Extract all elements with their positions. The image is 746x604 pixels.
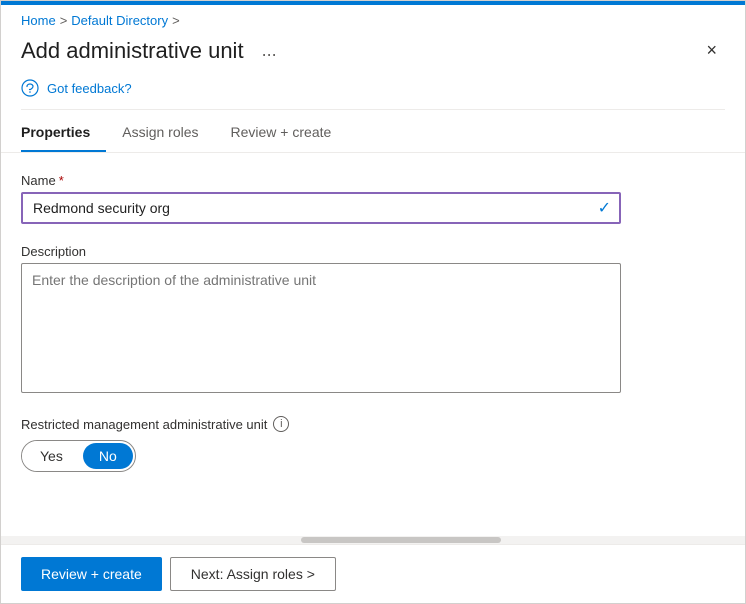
- check-icon: ✓: [598, 198, 611, 218]
- description-field-group: Description: [21, 244, 725, 396]
- toggle-yes[interactable]: Yes: [22, 441, 81, 471]
- scrollbar-thumb[interactable]: [301, 537, 501, 543]
- required-star: *: [59, 173, 64, 188]
- breadcrumb-sep1: >: [60, 13, 68, 28]
- name-field-group: Name * ✓: [21, 173, 725, 224]
- review-create-button[interactable]: Review + create: [21, 557, 162, 591]
- divider-top: [21, 109, 725, 110]
- info-icon[interactable]: i: [273, 416, 289, 432]
- tabs-container: Properties Assign roles Review + create: [1, 112, 745, 153]
- tab-properties[interactable]: Properties: [21, 112, 106, 152]
- panel-title: Add administrative unit: [21, 38, 244, 64]
- toggle-group: Yes No: [21, 440, 136, 472]
- feedback-row: Got feedback?: [1, 75, 745, 109]
- ellipsis-button[interactable]: ...: [256, 38, 283, 63]
- toggle-no[interactable]: No: [83, 443, 133, 469]
- toggle-label-row: Restricted management administrative uni…: [21, 416, 725, 432]
- breadcrumb: Home > Default Directory >: [1, 5, 745, 32]
- feedback-text[interactable]: Got feedback?: [47, 81, 132, 96]
- next-assign-roles-button[interactable]: Next: Assign roles >: [170, 557, 336, 591]
- name-input-wrapper: ✓: [21, 192, 621, 224]
- tab-assign-roles[interactable]: Assign roles: [106, 112, 214, 152]
- panel-header: Add administrative unit ... ×: [1, 32, 745, 75]
- panel: Home > Default Directory > Add administr…: [0, 0, 746, 604]
- breadcrumb-sep2: >: [172, 13, 180, 28]
- scrollbar-area: [1, 536, 745, 544]
- breadcrumb-home[interactable]: Home: [21, 13, 56, 28]
- description-label: Description: [21, 244, 725, 259]
- toggle-section: Restricted management administrative uni…: [21, 416, 725, 472]
- close-button[interactable]: ×: [698, 36, 725, 65]
- panel-content: Name * ✓ Description Restricted manageme…: [1, 153, 745, 536]
- description-input[interactable]: [21, 263, 621, 393]
- name-label: Name *: [21, 173, 725, 188]
- tab-review-create[interactable]: Review + create: [215, 112, 348, 152]
- restricted-label: Restricted management administrative uni…: [21, 417, 267, 432]
- panel-footer: Review + create Next: Assign roles >: [1, 544, 745, 603]
- feedback-icon: [21, 79, 39, 97]
- name-input[interactable]: [21, 192, 621, 224]
- breadcrumb-directory[interactable]: Default Directory: [71, 13, 168, 28]
- panel-title-row: Add administrative unit ...: [21, 38, 283, 64]
